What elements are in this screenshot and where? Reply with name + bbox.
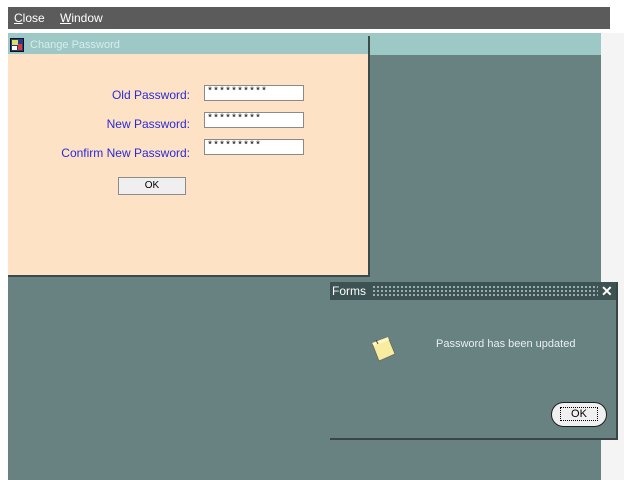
alert-message: Password has been updated — [436, 338, 576, 350]
alert-ok-button[interactable]: OK — [551, 402, 607, 427]
note-icon — [371, 336, 396, 362]
change-password-ok-button[interactable]: OK — [118, 177, 186, 195]
confirm-password-field[interactable]: ********* — [204, 139, 304, 155]
new-password-label: New Password: — [106, 117, 190, 131]
menu-bar: Close Window — [8, 7, 610, 29]
alert-title: Forms — [332, 284, 366, 298]
menu-item-window[interactable]: Window — [60, 11, 103, 25]
change-password-titlebar[interactable]: Change Password — [8, 36, 368, 54]
change-password-window: Change Password Old Password: **********… — [8, 36, 370, 277]
forms-alert-dialog: Forms ✕ Password has been updated OK — [330, 282, 618, 440]
alert-ok-label: OK — [560, 407, 598, 421]
old-password-field[interactable]: ********** — [204, 85, 304, 101]
new-password-field[interactable]: ********* — [204, 112, 304, 128]
confirm-password-label: Confirm New Password: — [61, 146, 190, 160]
menu-item-close[interactable]: Close — [14, 11, 45, 25]
old-password-label: Old Password: — [111, 88, 190, 102]
change-password-title: Change Password — [30, 39, 120, 51]
close-icon[interactable]: ✕ — [601, 282, 613, 300]
alert-titlebar[interactable]: Forms ✕ — [330, 282, 616, 300]
titlebar-grip — [372, 285, 598, 297]
form-window-icon — [10, 38, 24, 52]
